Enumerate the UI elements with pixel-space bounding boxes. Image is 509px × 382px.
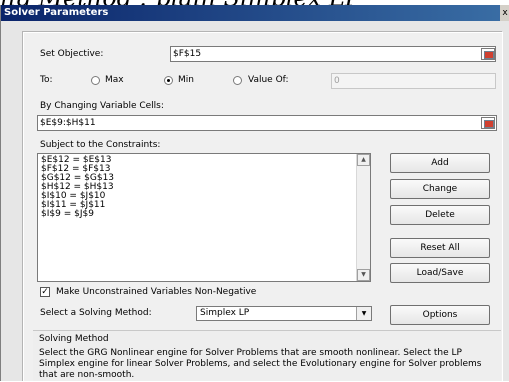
objective-label: Set Objective: [40,49,104,59]
radio-value-of[interactable] [233,76,242,85]
radio-max-label: Max [105,75,124,85]
scroll-down-icon[interactable]: ▼ [357,269,370,281]
add-button[interactable]: Add [390,153,490,173]
load-save-button[interactable]: Load/Save [390,263,490,283]
close-icon[interactable]: x [500,5,509,21]
reset-all-button[interactable]: Reset All [390,238,490,258]
changing-cells-input[interactable]: $E$9:$H$11 [37,115,497,131]
scroll-up-icon[interactable]: ▲ [357,154,370,166]
constraints-list[interactable]: $E$12 = $E$13 $F$12 = $F$13 $G$12 = $G$1… [37,153,371,282]
radio-min[interactable] [164,76,173,85]
nonneg-label: Make Unconstrained Variables Non-Negativ… [56,287,257,297]
to-label: To: [40,75,53,85]
constraints-label: Subject to the Constraints: [40,140,161,150]
chevron-down-icon[interactable]: ▼ [356,307,371,320]
delete-button[interactable]: Delete [390,205,490,225]
options-button[interactable]: Options [390,305,490,325]
radio-value-of-label: Value Of: [248,75,289,85]
solving-method-description: Select the GRG Nonlinear engine for Solv… [39,348,482,380]
objective-range-select-icon[interactable] [481,48,495,60]
objective-input[interactable]: $F$15 [170,46,496,62]
value-of-input[interactable]: 0 [331,73,496,89]
solving-method-group-title: Solving Method [39,334,109,344]
changing-cells-label: By Changing Variable Cells: [40,101,164,111]
solving-method-group: Solving Method Select the GRG Nonlinear … [33,330,501,381]
dialog-body: Set Objective: $F$15 To: Max Min Value O… [23,32,503,382]
changing-cells-range-select-icon[interactable] [481,117,495,129]
radio-min-label: Min [178,75,194,85]
nonneg-checkbox[interactable]: ✓ [40,287,50,297]
radio-max[interactable] [91,76,100,85]
solving-method-value: Simplex LP [200,308,250,318]
change-button[interactable]: Change [390,179,490,199]
title-bar: Solver Parameters x [1,5,509,21]
constraint-item[interactable]: $I$9 = $J$9 [41,210,94,219]
constraints-scrollbar[interactable]: ▲ ▼ [356,154,370,281]
solver-parameters-dialog: Solver Parameters x Set Objective: $F$15… [0,5,509,382]
window-title: Solver Parameters [4,7,109,18]
solving-method-select[interactable]: Simplex LP ▼ [196,306,372,321]
solving-method-label: Select a Solving Method: [40,308,152,318]
